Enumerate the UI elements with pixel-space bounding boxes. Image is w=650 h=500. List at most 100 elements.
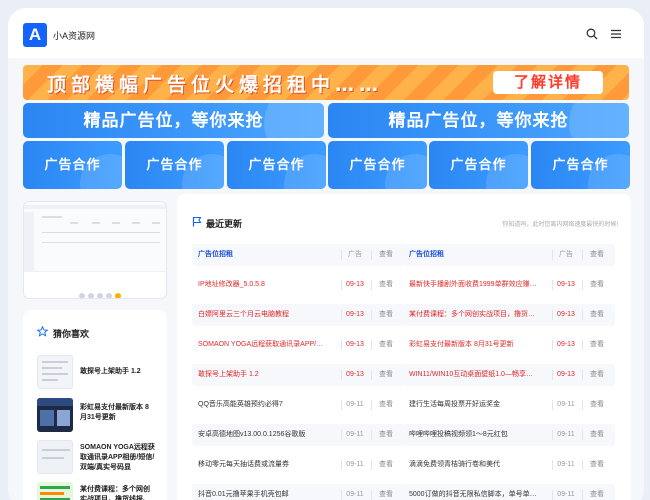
ad-slot-small-6[interactable]: 广告合作 — [531, 141, 630, 189]
banner-details-button[interactable]: 了解详情 — [493, 71, 603, 94]
row-title-link[interactable]: 白嫖阿里云三个月云电脑教程 — [198, 304, 326, 326]
row-view-link[interactable]: 查看 — [587, 454, 607, 476]
ad-slot-small-3[interactable]: 广告合作 — [227, 141, 326, 189]
ad-slot-large-2[interactable]: 精品广告位，等你来抢 — [328, 103, 629, 138]
guess-item-title[interactable]: 彩虹易支付最新版本 8月31号更新 — [80, 403, 155, 423]
slider-image[interactable] — [24, 202, 166, 272]
slider-dot[interactable] — [97, 293, 103, 298]
site-name[interactable]: 小A资源网 — [53, 29, 95, 42]
ad-slot-small-1[interactable]: 广告合作 — [23, 141, 122, 189]
row-date: 09-11 — [346, 431, 364, 438]
column-divider — [341, 460, 342, 470]
table-row[interactable]: 白嫖阿里云三个月云电脑教程 09-13 查看 — [192, 304, 404, 326]
table-row[interactable]: 最新快手播剧外面收费1999单群效应赚… 09-13 查看 — [403, 274, 615, 296]
guess-item-title[interactable]: 某付费课程：多个网创实战项目，撸货线报、追号… 创业有道赚钱 — [80, 485, 155, 500]
row-view-link[interactable]: 查看 — [376, 334, 396, 356]
row-title-link[interactable]: 敢探号上架助手 1.2 — [198, 364, 326, 386]
row-date: 09-13 — [557, 281, 575, 288]
guess-item-title[interactable]: 敢探号上架助手 1.2 — [80, 367, 155, 377]
row-view-link[interactable]: 查看 — [376, 424, 396, 446]
guess-thumbnail[interactable] — [37, 398, 73, 432]
table-row[interactable]: 哔哩哔哩投稿视频领1～8元红包 09-11 查看 — [403, 424, 615, 446]
row-title-link[interactable]: 某付费课程：多个网创实战项目，撸货… — [409, 304, 537, 326]
table-row[interactable]: WIN11/WIN10互动桌面壁纸1.0—畅享… 09-13 查看 — [403, 364, 615, 386]
row-view-link[interactable]: 查看 — [587, 424, 607, 446]
row-title-link[interactable]: IP地址修改器_5.0.5.8 — [198, 274, 326, 296]
header-title[interactable]: 广告位招租 — [198, 244, 326, 266]
row-view-link[interactable]: 查看 — [587, 364, 607, 386]
table-row[interactable]: 敢探号上架助手 1.2 09-13 查看 — [192, 364, 404, 386]
row-title-link[interactable]: 建行生活每周投票开好运奖金 — [409, 394, 537, 416]
slider-dot[interactable] — [106, 293, 112, 298]
row-title-link[interactable]: 5000订做的抖音无限私信脚本，单号单… — [409, 484, 537, 500]
column-divider — [371, 370, 372, 380]
table-row[interactable]: 安卓高德地图v13.00.0.1256谷歌版 09-11 查看 — [192, 424, 404, 446]
slider-dot[interactable] — [88, 293, 94, 298]
table-row[interactable]: 彩虹易支付最新版本 8月31号更新 09-13 查看 — [403, 334, 615, 356]
slider-dots — [79, 286, 124, 298]
menu-icon[interactable] — [610, 28, 622, 40]
row-title-link[interactable]: 彩虹易支付最新版本 8月31号更新 — [409, 334, 537, 356]
panel-title: 最近更新 — [206, 219, 243, 229]
row-title-link[interactable]: 抖音0.01元撸苹果手机壳包邮 — [198, 484, 326, 500]
table-row[interactable]: 建行生活每周投票开好运奖金 09-11 查看 — [403, 394, 615, 416]
ad-slot-large-1[interactable]: 精品广告位，等你来抢 — [23, 103, 324, 138]
guess-thumbnail[interactable] — [37, 440, 73, 474]
ad-slot-small-4[interactable]: 广告合作 — [328, 141, 427, 189]
table-row[interactable]: 5000订做的抖音无限私信脚本，单号单… 09-11 查看 — [403, 484, 615, 500]
table-row[interactable]: IP地址修改器_5.0.5.8 09-13 查看 — [192, 274, 404, 296]
row-title-link[interactable]: 安卓高德地图v13.00.0.1256谷歌版 — [198, 424, 326, 446]
row-date: 09-13 — [557, 371, 575, 378]
row-view-link[interactable]: 查看 — [587, 394, 607, 416]
ad-slot-small-2[interactable]: 广告合作 — [125, 141, 224, 189]
column-divider — [371, 310, 372, 320]
row-view-link[interactable]: 查看 — [587, 334, 607, 356]
row-view-link[interactable]: 查看 — [376, 304, 396, 326]
header-view: 查看 — [379, 251, 393, 258]
row-view-link[interactable]: 查看 — [587, 274, 607, 296]
table-row[interactable]: SOMAON YOGA远程获取通讯录APP/… 09-13 查看 — [192, 334, 404, 356]
row-title-link[interactable]: WIN11/WIN10互动桌面壁纸1.0—畅享… — [409, 364, 537, 386]
header-title[interactable]: 广告位招租 — [409, 244, 537, 266]
column-divider — [552, 250, 553, 260]
column-divider — [552, 400, 553, 410]
table-row[interactable]: QQ音乐高能英雄预约必得7 09-11 查看 — [192, 394, 404, 416]
row-view-link[interactable]: 查看 — [376, 364, 396, 386]
site-logo[interactable]: A — [23, 23, 47, 47]
row-view-link[interactable]: 查看 — [376, 484, 396, 500]
table-row[interactable]: 移动零元每天抽话费或流量券 09-11 查看 — [192, 454, 404, 476]
column-divider — [582, 250, 583, 260]
top-banner-ad[interactable]: 顶部横幅广告位火爆招租中…… 了解详情 — [23, 65, 629, 100]
row-view-link[interactable]: 查看 — [587, 484, 607, 500]
row-title-link[interactable]: 滴滴免费领青桔骑行卷和美代 — [409, 454, 537, 476]
guess-thumbnail[interactable] — [37, 482, 73, 500]
table-row[interactable]: 滴滴免费领青桔骑行卷和美代 09-11 查看 — [403, 454, 615, 476]
column-divider — [341, 370, 342, 380]
row-date: 09-13 — [346, 371, 364, 378]
table-row[interactable]: 某付费课程：多个网创实战项目，撸货… 09-13 查看 — [403, 304, 615, 326]
header-date: 广告 — [348, 251, 362, 258]
guess-item-title[interactable]: SOMAON YOGA远程获取通讯录APP相册/短信/双端/真实号码显 — [80, 443, 155, 473]
slider-dot-active[interactable] — [115, 293, 121, 298]
guess-thumbnail[interactable] — [37, 355, 73, 389]
row-date: 09-13 — [557, 311, 575, 318]
row-title-link[interactable]: SOMAON YOGA远程获取通讯录APP/… — [198, 334, 326, 356]
image-slider[interactable] — [23, 201, 167, 299]
column-divider — [582, 490, 583, 500]
row-view-link[interactable]: 查看 — [376, 394, 396, 416]
search-icon[interactable] — [586, 28, 598, 40]
row-title-link[interactable]: 哔哩哔哩投稿视频领1～8元红包 — [409, 424, 537, 446]
column-divider — [341, 310, 342, 320]
column-divider — [341, 280, 342, 290]
column-divider — [552, 490, 553, 500]
row-view-link[interactable]: 查看 — [376, 454, 396, 476]
ad-slot-small-5[interactable]: 广告合作 — [429, 141, 528, 189]
slider-dot[interactable] — [79, 293, 85, 298]
table-row[interactable]: 抖音0.01元撸苹果手机壳包邮 09-11 查看 — [192, 484, 404, 500]
row-title-link[interactable]: 最新快手播剧外面收费1999单群效应赚… — [409, 274, 537, 296]
column-divider — [552, 310, 553, 320]
row-view-link[interactable]: 查看 — [587, 304, 607, 326]
row-title-link[interactable]: QQ音乐高能英雄预约必得7 — [198, 394, 326, 416]
row-title-link[interactable]: 移动零元每天抽话费或流量券 — [198, 454, 326, 476]
row-view-link[interactable]: 查看 — [376, 274, 396, 296]
